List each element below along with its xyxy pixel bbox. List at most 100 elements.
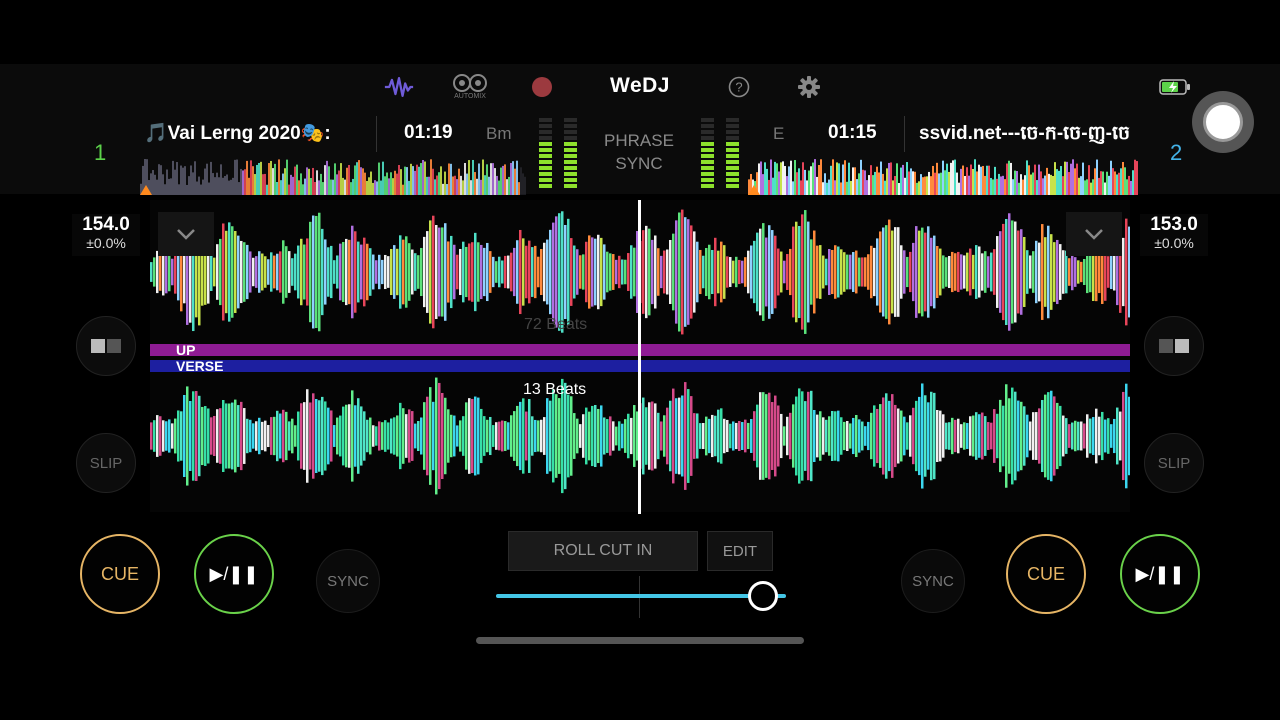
waveform-bar <box>522 238 525 306</box>
overview-bar <box>324 165 326 195</box>
waveform-bar <box>219 408 222 464</box>
deck1-slip-button[interactable]: SLIP <box>76 433 136 493</box>
deck2-track-title[interactable]: ssvid.net---ចេ-ក-ចេ-ញ-ចេ <box>919 121 1135 149</box>
deck1-play-pause-button[interactable]: ▶/❚❚ <box>194 534 274 614</box>
waveform-bar <box>153 420 156 452</box>
waveform-bar <box>201 406 204 466</box>
waveform-bar <box>270 417 273 455</box>
deck1-track-title[interactable]: 🎵Vai Lerng 2020🎭: <box>144 121 364 145</box>
deck1-cue-button[interactable]: CUE <box>80 534 160 614</box>
waveform-bar <box>546 398 549 474</box>
deck1-sync-button[interactable]: SYNC <box>316 549 380 613</box>
waveform-bar <box>582 414 585 458</box>
overview-bar <box>956 172 958 195</box>
waveform-bar <box>945 422 948 450</box>
overview-bar <box>394 170 396 195</box>
settings-icon[interactable] <box>794 72 824 102</box>
deck2-play-pause-button[interactable]: ▶/❚❚ <box>1120 534 1200 614</box>
chevron-down-icon[interactable] <box>1066 212 1122 256</box>
deck2-layout-toggle[interactable] <box>1144 316 1204 376</box>
waveform-bar <box>933 392 936 480</box>
waveform-bar <box>630 417 633 455</box>
assistive-touch-button[interactable] <box>1192 91 1254 153</box>
overview-bar <box>254 174 256 195</box>
overview-bar <box>760 161 762 195</box>
deck2-overview-waveform[interactable] <box>748 155 1138 195</box>
automix-icon[interactable]: AUTOMIX <box>453 72 487 102</box>
waveform-bar <box>327 407 330 465</box>
overview-bar <box>1110 160 1112 195</box>
waveform-bar <box>909 415 912 457</box>
help-icon[interactable]: ? <box>724 72 754 102</box>
waveform-bar <box>918 230 921 314</box>
waveform-bar <box>1029 421 1032 451</box>
deck2-cue-button[interactable]: CUE <box>1006 534 1086 614</box>
waveform-bar <box>1023 406 1026 466</box>
waveform-bar <box>369 248 372 296</box>
overview-bar <box>804 169 806 195</box>
crossfader-track[interactable] <box>496 594 786 598</box>
overview-bar <box>1040 171 1042 195</box>
deck2-slip-button[interactable]: SLIP <box>1144 433 1204 493</box>
waveform-bar <box>1077 260 1080 284</box>
waveform-bar <box>222 399 225 473</box>
deck1-layout-toggle[interactable] <box>76 316 136 376</box>
waveform-bar <box>621 423 624 449</box>
waveform-bar <box>951 251 954 293</box>
overview-bar <box>1090 182 1092 195</box>
waveform-bar <box>585 241 588 303</box>
phrase-sync-button[interactable]: PHRASE SYNC <box>592 120 686 184</box>
phrase-label-verse: VERSE <box>176 358 224 374</box>
overview-bar <box>912 171 914 195</box>
overview-bar <box>304 178 306 195</box>
waveform-bar <box>483 416 486 456</box>
waveform-bar <box>612 421 615 451</box>
waveform-bar <box>498 421 501 451</box>
waveform-bar <box>486 242 489 302</box>
waveform-bar <box>999 231 1002 313</box>
overview-bar <box>222 177 224 195</box>
waveform-bar <box>873 247 876 297</box>
overview-bar <box>824 173 826 195</box>
overview-bar <box>152 170 154 195</box>
overview-bar <box>1022 179 1024 195</box>
chevron-down-icon[interactable] <box>158 212 214 256</box>
waveform-bar <box>687 389 690 483</box>
overview-bar <box>492 163 494 195</box>
overview-bar <box>818 165 820 195</box>
overview-bar <box>942 160 944 195</box>
overview-bar <box>190 165 192 195</box>
waveform-bar <box>606 251 609 293</box>
waveform-bar <box>729 257 732 287</box>
roll-cut-in-button[interactable]: ROLL CUT IN <box>508 531 698 571</box>
waveform-bar <box>648 228 651 316</box>
deck2-sync-button[interactable]: SYNC <box>901 549 965 613</box>
edit-button[interactable]: EDIT <box>707 531 773 571</box>
waveform-bar <box>588 235 591 309</box>
overview-bar <box>360 167 362 195</box>
waveform-bar <box>657 248 660 296</box>
waveform-bar <box>1047 225 1050 319</box>
waveform-bar <box>567 394 570 478</box>
overview-bar <box>1070 163 1072 195</box>
overview-bar <box>836 162 838 195</box>
overview-bar <box>242 170 244 195</box>
overview-bar <box>506 179 508 195</box>
deck1-overview-waveform[interactable] <box>140 155 530 195</box>
waveform-bar <box>864 257 867 287</box>
waveform-bar <box>822 255 825 289</box>
overview-bar <box>982 165 984 195</box>
deck2-bpm-display[interactable]: 153.0 ±0.0% <box>1140 214 1208 256</box>
waveform-bar <box>648 402 651 470</box>
waveform-bar <box>519 229 522 315</box>
waveform-bar <box>621 259 624 285</box>
record-icon[interactable] <box>527 72 557 102</box>
waveform-bar <box>288 251 291 293</box>
deck1-bpm-display[interactable]: 154.0 ±0.0% <box>72 214 140 256</box>
overview-bar <box>894 176 896 195</box>
crossfader-thumb[interactable] <box>747 581 778 611</box>
waveform-icon[interactable] <box>384 72 414 102</box>
waveform-bar <box>555 394 558 478</box>
waveform-bar <box>624 259 627 285</box>
overview-bar <box>944 170 946 195</box>
